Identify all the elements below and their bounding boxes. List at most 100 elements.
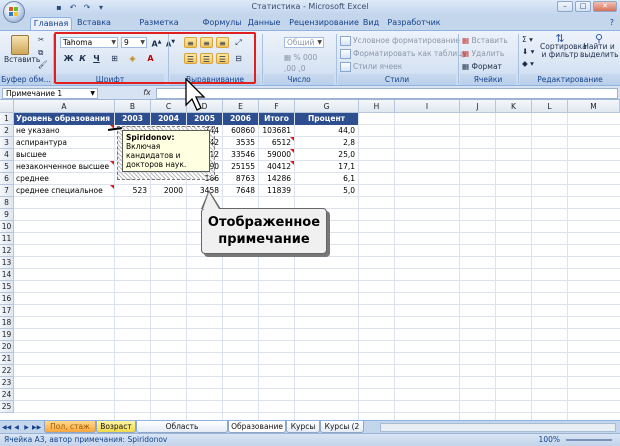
column-header[interactable]: C <box>151 100 187 113</box>
zoom-level[interactable]: 100% <box>539 435 560 444</box>
column-header[interactable]: F <box>259 100 295 113</box>
table-header-cell[interactable]: Процент <box>295 113 358 125</box>
table-cell[interactable]: 59000 <box>259 149 294 161</box>
row-header[interactable]: 1 <box>0 113 14 125</box>
table-cell[interactable]: 40412 <box>259 161 294 173</box>
worksheet-grid[interactable]: A B C D E F G H I J K L M 1 2 3 4 5 6 7 8 9 10 11 1… <box>0 100 620 420</box>
row-header[interactable]: 5 <box>0 161 14 173</box>
clear-icon[interactable]: ◆ ▾ <box>522 59 534 68</box>
sheet-tab-active[interactable]: Образование <box>228 421 286 433</box>
fill-icon[interactable]: ⬇ ▾ <box>522 47 534 56</box>
comment-indicator-icon[interactable] <box>290 161 294 165</box>
row-header[interactable]: 20 <box>0 341 14 353</box>
sheet-tab[interactable]: Курсы <box>286 421 320 433</box>
table-cell[interactable]: 3535 <box>223 137 258 149</box>
row-header[interactable]: 3 <box>0 137 14 149</box>
format-as-table-button[interactable]: Форматировать как таблицу <box>340 49 467 59</box>
comment-indicator-icon[interactable] <box>110 185 114 189</box>
row-header[interactable]: 23 <box>0 377 14 389</box>
row-header[interactable]: 17 <box>0 305 14 317</box>
office-button[interactable] <box>3 1 25 23</box>
row-header[interactable]: 8 <box>0 197 14 209</box>
table-cell[interactable]: 14286 <box>259 173 294 185</box>
row-header[interactable]: 14 <box>0 269 14 281</box>
close-button[interactable]: ✕ <box>593 1 617 12</box>
row-header[interactable]: 18 <box>0 317 14 329</box>
row-header[interactable]: 11 <box>0 233 14 245</box>
row-header[interactable]: 19 <box>0 329 14 341</box>
zoom-slider[interactable] <box>566 439 612 441</box>
format-painter-icon[interactable]: 🖌 <box>38 60 48 69</box>
maximize-button[interactable]: □ <box>575 1 591 12</box>
table-cell[interactable]: 2,8 <box>295 137 358 149</box>
table-header-cell[interactable]: 2006 <box>223 113 258 125</box>
comment-indicator-icon[interactable] <box>290 149 294 153</box>
cut-icon[interactable]: ✂ <box>38 35 44 44</box>
table-cell[interactable]: 17,1 <box>295 161 358 173</box>
table-cell[interactable]: 60860 <box>223 125 258 137</box>
column-header[interactable]: E <box>223 100 259 113</box>
table-cell[interactable]: 2000 <box>151 185 186 197</box>
prev-sheet-icon[interactable]: ◀ <box>12 423 21 432</box>
help-icon[interactable]: ? <box>610 18 614 27</box>
row-header[interactable]: 9 <box>0 209 14 221</box>
row-header[interactable]: 2 <box>0 125 14 137</box>
sort-filter-button[interactable]: ⇅ Сортировка и фильтр <box>540 33 587 59</box>
name-box[interactable]: Примечание 1 ▼ <box>2 88 98 99</box>
row-header[interactable]: 16 <box>0 293 14 305</box>
table-cell[interactable]: не указано <box>14 125 114 137</box>
table-header-cell[interactable]: Итого <box>259 113 294 125</box>
tab-view[interactable]: Вид <box>360 17 382 30</box>
insert-function-icon[interactable]: fx <box>140 88 154 99</box>
format-cells-button[interactable]: ▦ Формат <box>462 62 502 71</box>
insert-cells-button[interactable]: ▦ Вставить <box>462 36 508 45</box>
row-header[interactable]: 10 <box>0 221 14 233</box>
tab-page-layout[interactable]: Разметка страницы <box>118 17 200 39</box>
tab-data[interactable]: Данные <box>246 17 282 30</box>
table-cell[interactable]: незаконченное высшее <box>14 161 114 173</box>
decimal-icon[interactable]: ,00 ,0 <box>284 64 305 73</box>
table-cell[interactable]: 33546 <box>223 149 258 161</box>
table-cell[interactable]: высшее <box>14 149 114 161</box>
table-cell[interactable]: 44,0 <box>295 125 358 137</box>
formula-input[interactable] <box>156 88 618 99</box>
column-header[interactable]: M <box>568 100 620 113</box>
paste-button[interactable]: Вставить <box>4 35 40 64</box>
column-header[interactable]: H <box>359 100 395 113</box>
tab-review[interactable]: Рецензирование <box>286 17 362 30</box>
table-cell[interactable]: 5,0 <box>295 185 358 197</box>
table-cell[interactable]: 25155 <box>223 161 258 173</box>
comment-box[interactable]: Spiridonov: Включая кандидатов и докторо… <box>122 130 210 172</box>
delete-cells-button[interactable]: ▦ Удалить <box>462 49 504 58</box>
conditional-format-button[interactable]: Условное форматирование <box>340 36 460 46</box>
horizontal-scrollbar[interactable] <box>380 423 616 432</box>
row-header[interactable]: 7 <box>0 185 14 197</box>
minimize-button[interactable]: – <box>557 1 573 12</box>
sheet-tab[interactable]: Область деятельности <box>136 421 228 443</box>
row-header[interactable]: 13 <box>0 257 14 269</box>
first-sheet-icon[interactable]: ◀◀ <box>2 423 11 432</box>
table-header-cell[interactable]: 2004 <box>151 113 186 125</box>
copy-icon[interactable]: ⧉ <box>38 48 43 58</box>
next-sheet-icon[interactable]: ▶ <box>22 423 31 432</box>
table-cell[interactable]: 7648 <box>223 185 258 197</box>
row-header[interactable]: 15 <box>0 281 14 293</box>
table-cell[interactable]: аспирантура <box>14 137 114 149</box>
tab-home[interactable]: Главная <box>30 17 72 30</box>
table-cell[interactable]: 25,0 <box>295 149 358 161</box>
comment-indicator-icon[interactable] <box>290 137 294 141</box>
row-header[interactable]: 12 <box>0 245 14 257</box>
sheet-tab[interactable]: Курсы (2 <box>320 421 364 433</box>
row-header[interactable]: 25 <box>0 401 14 413</box>
row-header[interactable]: 22 <box>0 365 14 377</box>
table-cell[interactable]: 6512 <box>259 137 294 149</box>
tab-insert[interactable]: Вставка <box>74 17 114 30</box>
column-header[interactable]: L <box>532 100 568 113</box>
table-cell[interactable]: 11839 <box>259 185 294 197</box>
column-header[interactable]: K <box>496 100 532 113</box>
tab-developer[interactable]: Разработчик <box>386 17 442 30</box>
last-sheet-icon[interactable]: ▶▶ <box>32 423 41 432</box>
table-cell[interactable]: среднее специальное <box>14 185 114 197</box>
column-header[interactable]: A <box>14 100 115 113</box>
table-cell[interactable]: 103681 <box>259 125 294 137</box>
